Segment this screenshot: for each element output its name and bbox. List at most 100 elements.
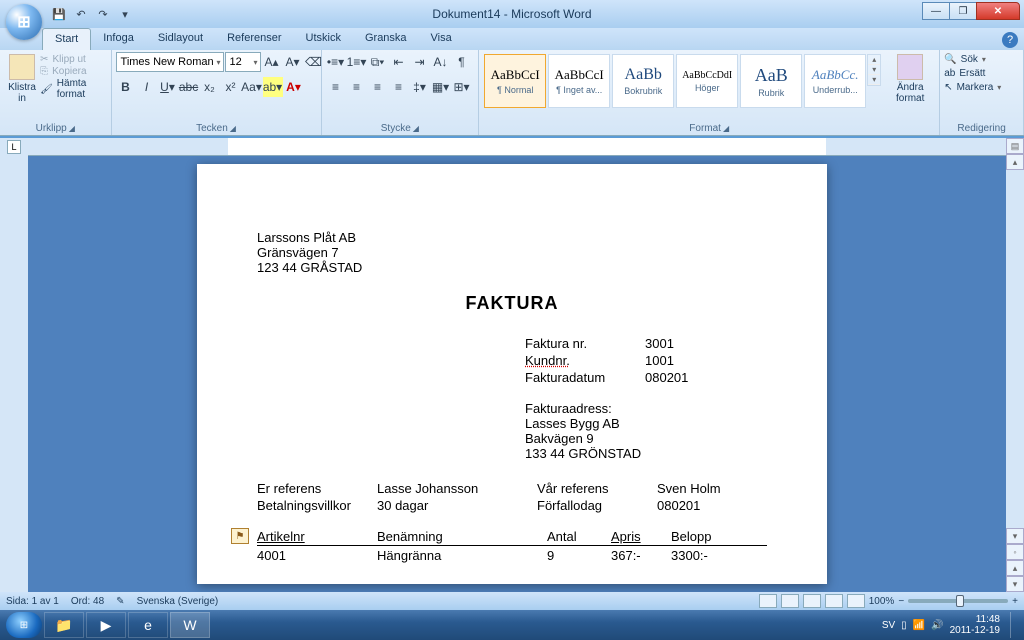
- redo-icon[interactable]: ↷: [94, 5, 112, 23]
- sort-button[interactable]: A↓: [431, 52, 451, 72]
- grow-font-icon[interactable]: A▴: [262, 52, 282, 72]
- web-layout-view[interactable]: [803, 594, 821, 608]
- indent-button[interactable]: ⇥: [410, 52, 430, 72]
- numbering-button[interactable]: 1≡▾: [347, 52, 367, 72]
- dialog-launcher-icon[interactable]: ◢: [413, 124, 419, 133]
- proof-icon[interactable]: ✎: [116, 596, 124, 607]
- minimize-button[interactable]: —: [922, 2, 950, 20]
- change-styles-button[interactable]: Ändra format: [885, 52, 935, 104]
- tab-sidlayout[interactable]: Sidlayout: [146, 28, 215, 50]
- ruler-toggle[interactable]: ▤: [1006, 138, 1024, 154]
- document-page[interactable]: Larssons Plåt AB Gränsvägen 7 123 44 GRÅ…: [197, 164, 827, 584]
- showhide-button[interactable]: ¶: [452, 52, 472, 72]
- justify-button[interactable]: ≡: [389, 77, 409, 97]
- italic-button[interactable]: I: [137, 77, 157, 97]
- tab-selector[interactable]: L: [7, 140, 21, 154]
- smart-tag-icon[interactable]: ⚑: [231, 528, 249, 544]
- start-button[interactable]: ⊞: [6, 612, 42, 638]
- bullets-button[interactable]: •≡▾: [326, 52, 346, 72]
- zoom-in-button[interactable]: +: [1012, 596, 1018, 607]
- system-clock[interactable]: 11:48 2011-12-19: [950, 614, 1004, 636]
- qat-more-icon[interactable]: ▾: [116, 5, 134, 23]
- company-name: Larssons Plåt AB: [257, 230, 767, 245]
- style-right[interactable]: AaBbCcDdIHöger: [676, 54, 738, 108]
- word-count[interactable]: Ord: 48: [71, 596, 104, 607]
- lang-tray[interactable]: SV: [882, 620, 895, 631]
- font-name-combo[interactable]: Times New Roman▾: [116, 52, 224, 72]
- paste-button[interactable]: Klistra in: [4, 52, 40, 104]
- align-center-button[interactable]: ≡: [347, 77, 367, 97]
- tab-granska[interactable]: Granska: [353, 28, 419, 50]
- cut-button[interactable]: ✂Klipp ut: [40, 54, 106, 65]
- dialog-launcher-icon[interactable]: ◢: [69, 124, 75, 133]
- align-left-button[interactable]: ≡: [326, 77, 346, 97]
- maximize-button[interactable]: ❐: [949, 2, 977, 20]
- media-taskbar-icon[interactable]: ▶: [86, 612, 126, 638]
- style-subtitle[interactable]: AaBbCc.Underrub...: [804, 54, 866, 108]
- explorer-taskbar-icon[interactable]: 📁: [44, 612, 84, 638]
- outdent-button[interactable]: ⇤: [389, 52, 409, 72]
- copy-icon: ⎘: [40, 66, 48, 77]
- borders-button[interactable]: ⊞▾: [452, 77, 472, 97]
- multilevel-button[interactable]: ⧉▾: [368, 52, 388, 72]
- change-case-button[interactable]: Aa▾: [242, 77, 262, 97]
- dialog-launcher-icon[interactable]: ◢: [723, 124, 729, 133]
- style-heading[interactable]: AaBRubrik: [740, 54, 802, 108]
- tab-infoga[interactable]: Infoga: [91, 28, 146, 50]
- horizontal-ruler[interactable]: [28, 138, 1006, 156]
- underline-button[interactable]: U▾: [158, 77, 178, 97]
- dialog-launcher-icon[interactable]: ◢: [230, 124, 236, 133]
- draft-view[interactable]: [847, 594, 865, 608]
- clear-format-icon[interactable]: ⌫: [304, 52, 324, 72]
- strike-button[interactable]: abc: [179, 77, 199, 97]
- find-button[interactable]: 🔍Sök▾: [944, 54, 988, 65]
- shading-button[interactable]: ▦▾: [431, 77, 451, 97]
- change-styles-icon: [897, 54, 923, 80]
- style-booktitle[interactable]: AaBbBokrubrik: [612, 54, 674, 108]
- network-icon[interactable]: 📶: [913, 620, 925, 631]
- replace-button[interactable]: abErsätt: [944, 68, 985, 79]
- font-color-button[interactable]: A▾: [284, 77, 304, 97]
- save-icon[interactable]: 💾: [50, 5, 68, 23]
- zoom-label[interactable]: 100%: [869, 596, 895, 607]
- ie-taskbar-icon[interactable]: e: [128, 612, 168, 638]
- shrink-font-icon[interactable]: A▾: [283, 52, 303, 72]
- subscript-button[interactable]: x₂: [200, 77, 220, 97]
- quick-access-toolbar: 💾 ↶ ↷ ▾: [50, 5, 134, 23]
- office-button[interactable]: ⊞: [6, 4, 42, 40]
- tab-referenser[interactable]: Referenser: [215, 28, 293, 50]
- show-desktop-button[interactable]: [1010, 612, 1018, 638]
- vertical-scrollbar[interactable]: ▤ ▴ ▾ ◦ ▴ ▾: [1006, 138, 1024, 592]
- select-button[interactable]: ↖Markera▾: [944, 82, 1003, 93]
- superscript-button[interactable]: x²: [221, 77, 241, 97]
- tab-start[interactable]: Start: [42, 28, 91, 50]
- style-nospacing[interactable]: AaBbCcI¶ Inget av...: [548, 54, 610, 108]
- tab-visa[interactable]: Visa: [419, 28, 464, 50]
- format-painter-button[interactable]: 🖌Hämta format: [40, 78, 106, 100]
- align-right-button[interactable]: ≡: [368, 77, 388, 97]
- full-screen-view[interactable]: [781, 594, 799, 608]
- font-size-combo[interactable]: 12▾: [225, 52, 261, 72]
- tab-utskick[interactable]: Utskick: [294, 28, 353, 50]
- sound-icon[interactable]: 🔊: [931, 620, 943, 631]
- styles-scroll[interactable]: ▴▾▾: [867, 54, 881, 86]
- ribbon: Klistra in ✂Klipp ut ⎘Kopiera 🖌Hämta for…: [0, 50, 1024, 136]
- zoom-slider[interactable]: [908, 599, 1008, 603]
- copy-button[interactable]: ⎘Kopiera: [40, 66, 106, 77]
- line-spacing-button[interactable]: ‡▾: [410, 77, 430, 97]
- bold-button[interactable]: B: [116, 77, 136, 97]
- outline-view[interactable]: [825, 594, 843, 608]
- scissors-icon: ✂: [40, 54, 48, 65]
- page-indicator[interactable]: Sida: 1 av 1: [6, 596, 59, 607]
- help-icon[interactable]: ?: [1002, 32, 1018, 48]
- word-taskbar-icon[interactable]: W: [170, 612, 210, 638]
- style-normal[interactable]: AaBbCcI¶ Normal: [484, 54, 546, 108]
- close-button[interactable]: ✕: [976, 2, 1020, 20]
- zoom-out-button[interactable]: −: [898, 596, 904, 607]
- undo-icon[interactable]: ↶: [72, 5, 90, 23]
- print-layout-view[interactable]: [759, 594, 777, 608]
- language-indicator[interactable]: Svenska (Sverige): [137, 596, 219, 607]
- windows-taskbar: ⊞ 📁 ▶ e W SV ▯ 📶 🔊 11:48 2011-12-19: [0, 610, 1024, 640]
- highlight-button[interactable]: ab▾: [263, 77, 283, 97]
- flag-icon[interactable]: ▯: [901, 620, 907, 631]
